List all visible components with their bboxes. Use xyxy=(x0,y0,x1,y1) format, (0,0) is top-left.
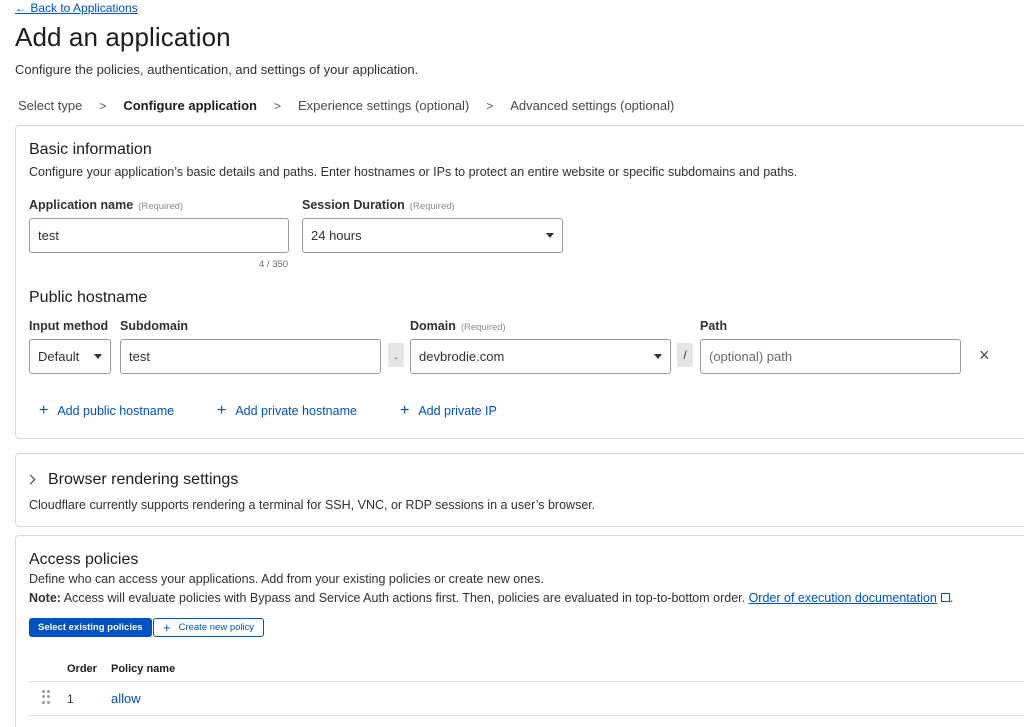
page-subtitle: Configure the policies, authentication, … xyxy=(15,62,419,77)
subdomain-label: Subdomain xyxy=(120,319,189,333)
step-select-type[interactable]: Select type xyxy=(18,98,82,113)
basic-information-description: Configure your application’s basic detai… xyxy=(29,165,798,179)
drag-handle-icon[interactable] xyxy=(42,690,50,704)
step-experience-settings[interactable]: Experience settings (optional) xyxy=(298,98,469,113)
access-policies-description: Define who can access your applications.… xyxy=(29,572,544,586)
input-method-label: Input method xyxy=(29,319,109,333)
step-separator: > xyxy=(99,98,107,113)
dot-separator: . xyxy=(388,343,404,367)
page-title: Add an application xyxy=(15,22,231,52)
session-duration-value: 24 hours xyxy=(311,228,362,243)
step-separator: > xyxy=(273,98,281,113)
create-new-policy-label: Create new policy xyxy=(178,622,255,633)
create-new-policy-button[interactable]: + Create new policy xyxy=(153,618,265,637)
step-advanced-settings[interactable]: Advanced settings (optional) xyxy=(510,98,674,113)
add-private-hostname-button[interactable]: + Add private hostname xyxy=(217,402,357,420)
basic-information-card: Basic information Configure your applica… xyxy=(15,125,1024,439)
basic-information-title: Basic information xyxy=(29,141,152,158)
external-link-icon xyxy=(940,593,950,602)
browser-rendering-description: Cloudflare currently supports rendering … xyxy=(29,498,596,512)
wizard-steps: Select type > Configure application > Ex… xyxy=(18,98,674,113)
policy-name-link[interactable]: allow xyxy=(111,691,141,706)
domain-value: devbrodie.com xyxy=(419,349,505,364)
domain-select[interactable]: devbrodie.com xyxy=(410,339,671,374)
plus-icon: + xyxy=(400,402,410,419)
add-private-ip-label: Add private IP xyxy=(418,404,497,418)
slash-separator: / xyxy=(677,343,693,367)
chevron-right-icon[interactable] xyxy=(25,474,36,485)
domain-label: Domain (Required) xyxy=(410,319,506,333)
browser-rendering-title[interactable]: Browser rendering settings xyxy=(48,471,238,489)
select-existing-policies-button[interactable]: Select existing policies xyxy=(29,618,152,637)
column-header-policy-name: Policy name xyxy=(111,663,176,675)
add-public-hostname-label: Add public hostname xyxy=(57,404,175,418)
add-private-ip-button[interactable]: + Add private IP xyxy=(400,402,497,420)
session-duration-select[interactable]: 24 hours xyxy=(302,218,563,253)
plus-icon: + xyxy=(39,402,49,419)
plus-icon: + xyxy=(163,620,171,635)
table-header-divider xyxy=(29,681,1024,682)
subdomain-input[interactable] xyxy=(120,339,381,374)
browser-rendering-card[interactable]: Browser rendering settings Cloudflare cu… xyxy=(15,453,1024,527)
public-hostname-title: Public hostname xyxy=(29,289,148,306)
path-label: Path xyxy=(700,319,728,333)
step-configure-application[interactable]: Configure application xyxy=(123,98,257,113)
application-name-label: Application name (Required) xyxy=(29,198,184,212)
add-public-hostname-button[interactable]: + Add public hostname xyxy=(39,402,174,420)
chevron-down-icon xyxy=(654,354,662,359)
input-method-select[interactable]: Default xyxy=(29,339,111,374)
chevron-down-icon xyxy=(94,354,102,359)
table-row-divider xyxy=(29,715,1024,716)
add-private-hostname-label: Add private hostname xyxy=(235,404,357,418)
policy-order: 1 xyxy=(67,692,74,706)
back-to-applications-link[interactable]: ← Back to Applications xyxy=(15,1,138,15)
access-policies-card: Access policies Define who can access yo… xyxy=(15,535,1024,727)
path-input[interactable] xyxy=(700,339,961,374)
session-duration-label: Session Duration (Required) xyxy=(302,198,455,212)
access-policies-note: Note: Access will evaluate policies with… xyxy=(29,591,954,605)
access-policies-title: Access policies xyxy=(29,551,139,568)
remove-hostname-close-icon[interactable]: × xyxy=(979,346,990,364)
plus-icon: + xyxy=(217,402,227,419)
application-name-char-count: 4 / 350 xyxy=(259,259,289,270)
chevron-down-icon xyxy=(546,233,554,238)
input-method-value: Default xyxy=(38,349,80,364)
step-separator: > xyxy=(486,98,494,113)
column-header-order: Order xyxy=(67,663,97,675)
order-of-execution-link[interactable]: Order of execution documentation xyxy=(749,591,937,605)
application-name-input[interactable] xyxy=(29,218,289,253)
